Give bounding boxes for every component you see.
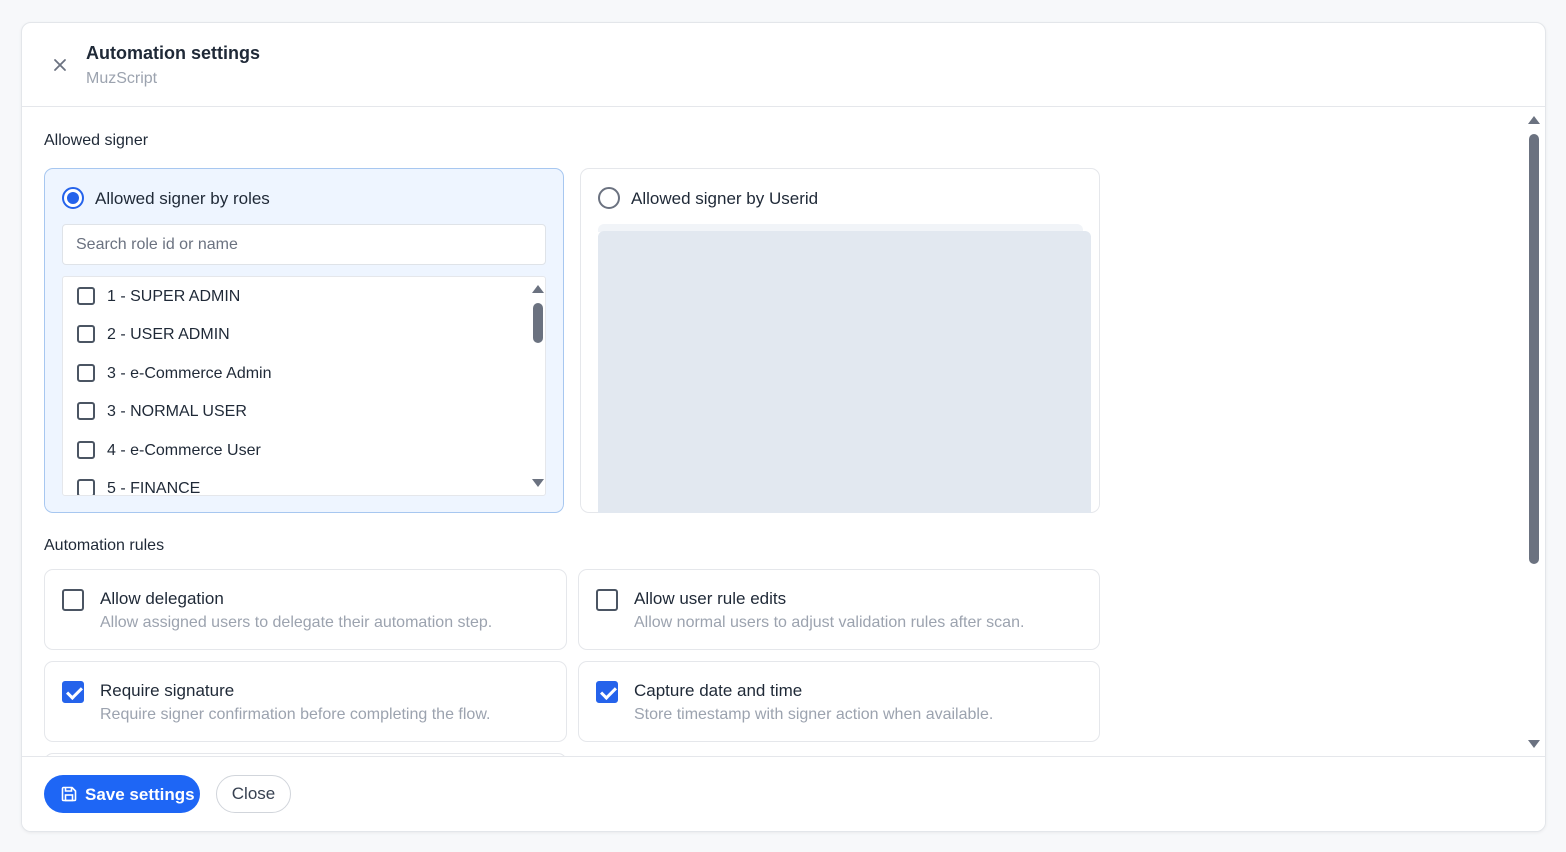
rule-title: Capture date and time [634, 681, 803, 700]
dialog-body-scroll-thumb[interactable] [1529, 134, 1539, 564]
save-icon [61, 786, 77, 802]
allowed-signer-section-label: Allowed signer [44, 132, 149, 149]
save-settings-button[interactable]: Save settings [44, 775, 200, 813]
signer-by-userid-label: Allowed signer by Userid [631, 189, 819, 208]
page-subtitle: MuzScript [86, 70, 158, 87]
triangle-up-icon[interactable] [532, 285, 544, 293]
role-label: 4 - e-Commerce User [107, 442, 261, 459]
rule-card-capture-date-time[interactable]: Capture date and time Store timestamp wi… [578, 661, 1100, 742]
triangle-down-icon[interactable] [532, 479, 544, 487]
role-search-input[interactable] [62, 224, 546, 265]
role-label: 3 - NORMAL USER [107, 403, 247, 420]
rule-description: Store timestamp with signer action when … [634, 706, 994, 723]
rule-description: Allow normal users to adjust validation … [634, 614, 1025, 631]
userid-panel-placeholder [598, 231, 1091, 513]
dialog-header: Automation settings MuzScript [22, 23, 1545, 107]
allow-user-rule-edits-checkbox[interactable] [596, 589, 618, 611]
capture-date-time-checkbox[interactable] [596, 681, 618, 703]
role-checkbox[interactable] [77, 479, 95, 495]
require-signature-checkbox[interactable] [62, 681, 84, 703]
role-checkbox[interactable] [77, 402, 95, 420]
signer-by-roles-radio[interactable] [62, 187, 84, 209]
role-list-scrollbar[interactable] [529, 277, 545, 495]
rule-card-allow-user-rule-edits[interactable]: Allow user rule edits Allow normal users… [578, 569, 1100, 650]
rule-description: Require signer confirmation before compl… [100, 706, 491, 723]
rule-title: Allow user rule edits [634, 589, 787, 608]
dialog-body-scrollbar[interactable] [1527, 112, 1541, 752]
rule-card-require-signature[interactable]: Require signature Require signer confirm… [44, 661, 567, 742]
signer-by-userid-card[interactable]: Allowed signer by Userid [580, 168, 1100, 513]
automation-rules-section-label: Automation rules [44, 537, 165, 554]
save-settings-label: Save settings [85, 785, 195, 804]
role-list-scroll-thumb[interactable] [533, 303, 543, 343]
page-title: Automation settings [86, 43, 260, 63]
triangle-up-icon[interactable] [1528, 116, 1540, 124]
dialog-footer: Save settings Close [22, 756, 1545, 831]
role-checkbox[interactable] [77, 364, 95, 382]
role-label: 2 - USER ADMIN [107, 326, 230, 343]
allow-delegation-checkbox[interactable] [62, 589, 84, 611]
rule-title: Allow delegation [100, 589, 224, 608]
triangle-down-icon[interactable] [1528, 740, 1540, 748]
dialog-body: Allowed signer Allowed signer by roles 1… [22, 108, 1545, 758]
rule-card-allow-delegation[interactable]: Allow delegation Allow assigned users to… [44, 569, 567, 650]
role-label: 5 - FINANCE [107, 480, 201, 496]
role-checkbox[interactable] [77, 441, 95, 459]
signer-by-roles-card[interactable]: Allowed signer by roles 1 - SUPER ADMIN … [44, 168, 564, 513]
rule-title: Require signature [100, 681, 235, 700]
close-button[interactable]: Close [216, 775, 291, 813]
role-list: 1 - SUPER ADMIN 2 - USER ADMIN 3 - e-Com… [62, 276, 546, 496]
signer-by-roles-label: Allowed signer by roles [95, 189, 270, 208]
role-label: 3 - e-Commerce Admin [107, 365, 272, 382]
automation-settings-dialog: Automation settings MuzScript Allowed si… [21, 22, 1546, 832]
role-checkbox[interactable] [77, 325, 95, 343]
close-icon[interactable] [50, 55, 70, 75]
role-label: 1 - SUPER ADMIN [107, 288, 241, 305]
rule-description: Allow assigned users to delegate their a… [100, 614, 493, 631]
role-checkbox[interactable] [77, 287, 95, 305]
signer-by-userid-radio[interactable] [598, 187, 620, 209]
